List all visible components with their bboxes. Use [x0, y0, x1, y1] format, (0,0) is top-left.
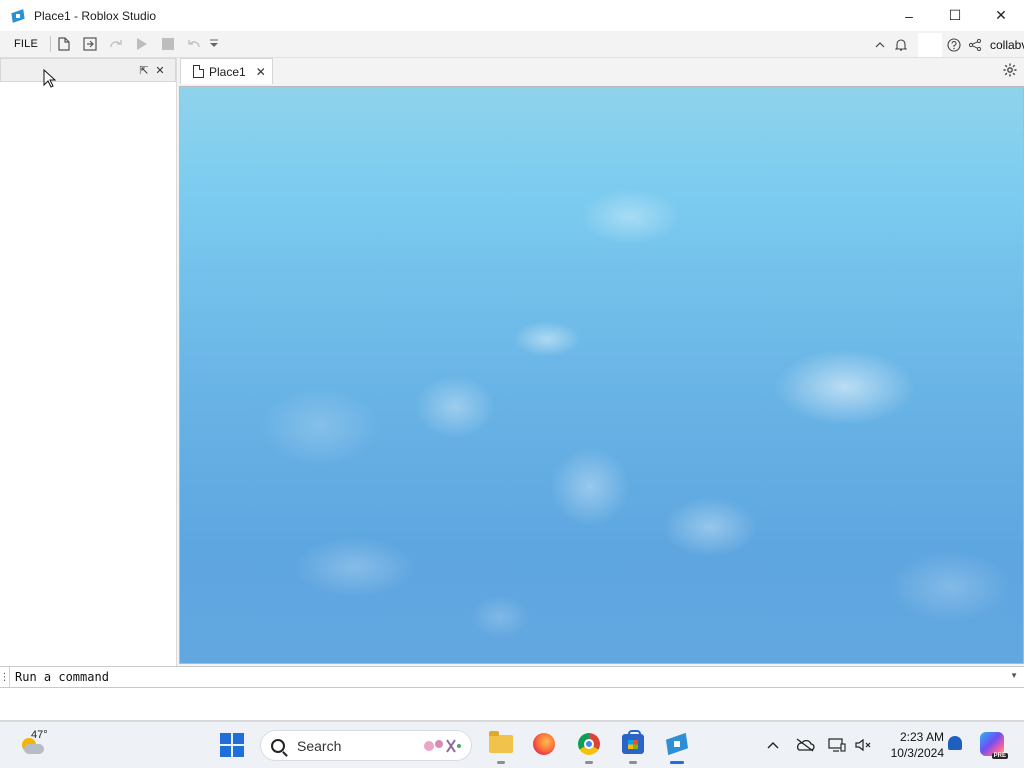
- volume-muted-icon[interactable]: [852, 734, 874, 756]
- cloud-icon: [24, 744, 44, 754]
- window-controls: – ☐ ✕: [886, 0, 1024, 31]
- play-icon[interactable]: [129, 32, 155, 56]
- new-file-icon[interactable]: [51, 32, 77, 56]
- collapse-ribbon-icon[interactable]: [870, 33, 890, 57]
- roblox-studio-logo-icon: [10, 8, 26, 24]
- float-panel-icon[interactable]: ⇱: [137, 63, 151, 77]
- copilot-preview-badge: PRE: [991, 753, 1008, 759]
- show-hidden-icons-chevron-up-icon[interactable]: [762, 734, 784, 756]
- weather-temperature: 47°: [31, 729, 48, 741]
- help-icon[interactable]: [942, 33, 966, 57]
- notifications-bell-icon[interactable]: [890, 33, 912, 57]
- quick-access-toolbar: FILE collabv: [0, 31, 1024, 58]
- close-panel-icon[interactable]: ✕: [153, 63, 167, 77]
- search-icon: [271, 738, 285, 753]
- title-bar: Place1 - Roblox Studio – ☐ ✕: [0, 0, 1024, 31]
- clock-date: 10/3/2024: [890, 746, 944, 760]
- notification-center-bell-icon[interactable]: [948, 736, 962, 750]
- collaborators-label[interactable]: collabv: [990, 38, 1024, 52]
- toolbar-right-group: collabv: [870, 31, 1024, 58]
- user-avatar-placeholder[interactable]: [918, 32, 942, 57]
- firefox-icon[interactable]: [530, 730, 558, 758]
- maximize-button[interactable]: ☐: [932, 0, 978, 31]
- document-tab-strip: Place1 ✕: [177, 58, 1024, 85]
- close-button[interactable]: ✕: [978, 0, 1024, 31]
- command-input[interactable]: [15, 670, 995, 684]
- window-title: Place1 - Roblox Studio: [34, 8, 157, 23]
- left-dock-panel: ⇱ ✕: [0, 58, 177, 666]
- minimize-button[interactable]: –: [886, 0, 932, 31]
- windows-taskbar: 47° Search 2:23 AM 10/3/2024 PRE: [0, 721, 1024, 768]
- undo-icon[interactable]: [181, 32, 207, 56]
- left-panel-header[interactable]: ⇱ ✕: [0, 58, 176, 82]
- output-area: [0, 688, 1024, 721]
- command-bar-grip-icon[interactable]: ⋮: [0, 667, 10, 687]
- publish-icon[interactable]: [77, 32, 103, 56]
- redo-icon[interactable]: [103, 32, 129, 56]
- place-document-icon: [193, 65, 204, 78]
- microsoft-store-icon[interactable]: [619, 730, 647, 764]
- file-explorer-icon[interactable]: [487, 730, 515, 764]
- search-label: Search: [297, 737, 342, 754]
- view-settings-gear-icon[interactable]: [1002, 62, 1018, 78]
- chrome-icon[interactable]: [575, 730, 603, 764]
- tab-label: Place1: [209, 64, 246, 79]
- command-bar: ⋮ ▼: [0, 666, 1024, 688]
- search-highlight-flowers-icon: [421, 736, 463, 756]
- tab-place1[interactable]: Place1 ✕: [180, 58, 273, 84]
- 3d-viewport-sky[interactable]: [179, 86, 1024, 664]
- clock-time: 2:23 AM: [899, 730, 944, 744]
- roblox-studio-taskbar-icon[interactable]: [663, 730, 691, 764]
- copilot-icon[interactable]: PRE: [980, 732, 1008, 759]
- start-button-windows-icon[interactable]: [220, 733, 244, 757]
- tab-close-icon[interactable]: ✕: [256, 65, 266, 79]
- onedrive-offline-icon[interactable]: [794, 734, 816, 756]
- share-icon[interactable]: [966, 33, 984, 57]
- taskbar-search-box[interactable]: Search: [260, 730, 472, 761]
- stop-icon[interactable]: [155, 32, 181, 56]
- file-menu[interactable]: FILE: [14, 38, 38, 50]
- display-network-icon[interactable]: [826, 734, 848, 756]
- command-history-dropdown-icon[interactable]: ▼: [1010, 671, 1018, 680]
- customize-toolbar-icon[interactable]: [207, 32, 221, 56]
- taskbar-clock[interactable]: 2:23 AM 10/3/2024: [884, 729, 944, 761]
